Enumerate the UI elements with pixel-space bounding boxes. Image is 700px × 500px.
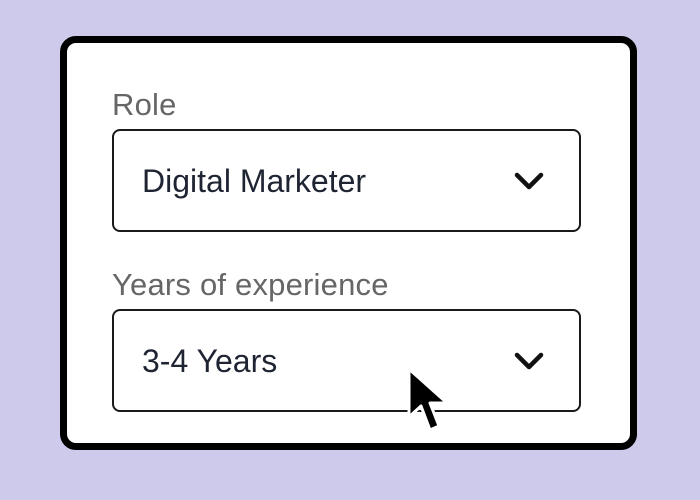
role-label: Role xyxy=(112,87,177,122)
chevron-down-icon xyxy=(514,172,544,189)
experience-select[interactable]: 3-4 Years xyxy=(112,309,581,412)
mouse-pointer-icon xyxy=(407,367,449,432)
form-card: Role Digital Marketer Years of experienc… xyxy=(60,36,637,450)
chevron-down-icon xyxy=(514,352,544,369)
role-select[interactable]: Digital Marketer xyxy=(112,129,581,232)
experience-select-value: 3-4 Years xyxy=(142,342,278,379)
role-select-value: Digital Marketer xyxy=(142,162,367,199)
experience-label: Years of experience xyxy=(112,267,389,302)
